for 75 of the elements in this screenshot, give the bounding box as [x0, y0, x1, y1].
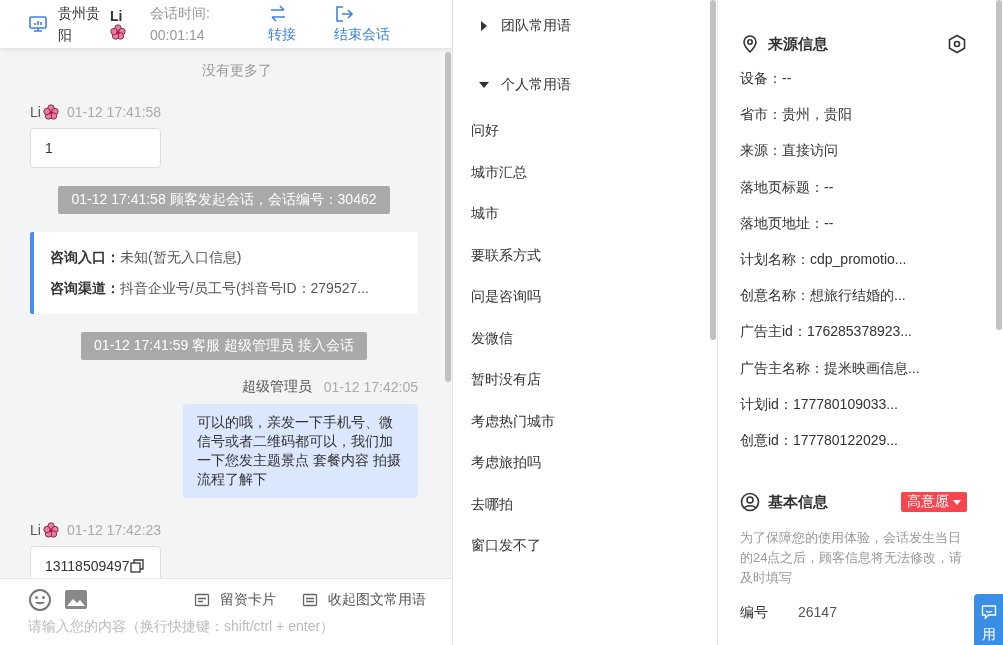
timer-value: 00:01:14 — [150, 26, 206, 45]
info-row-text: 计划名称：cdp_promotio... — [740, 249, 908, 269]
info-row-text: 广告主名称：提米映画信息... — [740, 358, 921, 378]
system-notice: 01-12 17:41:59 客服 超级管理员 接入会话 — [81, 332, 367, 360]
caret-down-icon — [953, 498, 961, 507]
phrase-item[interactable]: 城市汇总 — [471, 161, 709, 203]
section-title: 来源信息 — [768, 34, 828, 54]
card-icon — [194, 592, 210, 608]
message-bubble: 1 — [30, 128, 162, 168]
phrase-group[interactable]: 团队常用语 — [471, 8, 709, 44]
phrase-item[interactable]: 考虑热门城市 — [471, 410, 709, 452]
scrollbar[interactable] — [996, 0, 1002, 330]
sender-name: Li — [30, 522, 41, 538]
info-row-text: 广告主id：176285378923... — [740, 322, 913, 342]
phrase-item[interactable]: 城市 — [471, 203, 709, 245]
section-title: 基本信息 — [768, 492, 828, 512]
info-row-text: 省市：贵州，贵阳 — [740, 105, 853, 125]
phrase-item[interactable]: 去哪拍 — [471, 493, 709, 535]
entry-info-line: 咨询渠道：抖音企业号/员工号(抖音号ID：279527... — [50, 279, 370, 298]
info-row-text: 计划id：177780109033... — [740, 394, 899, 414]
message-time: 01-12 17:42:23 — [66, 522, 162, 538]
timer-label: 会话时间: — [150, 4, 211, 23]
flower-icon — [42, 522, 59, 538]
message-time: 01-12 17:41:58 — [66, 104, 162, 120]
caret-down-icon — [479, 80, 489, 90]
message-time: 01-12 17:42:05 — [323, 379, 418, 395]
history-end-text: 没有更多了 — [202, 62, 272, 80]
flower-icon — [42, 104, 59, 120]
transfer-button[interactable]: 转接 — [268, 4, 296, 44]
system-notice: 01-12 17:41:58 顾客发起会话，会话编号：30462 — [58, 186, 390, 214]
caret-right-icon — [479, 21, 489, 31]
message-icon — [302, 592, 318, 608]
info-row-text: 创意名称：想旅行结婚的... — [740, 286, 907, 306]
message-bubble: 13118509497 — [30, 546, 162, 578]
intent-tag[interactable]: 高意愿 — [901, 492, 967, 513]
sender-name: Li — [30, 104, 41, 120]
scrollbar[interactable] — [445, 52, 451, 382]
hint-text: 为了保障您的使用体验，会话发生当日的24点之后，顾客信息将无法修改，请及时填写 — [740, 529, 964, 588]
field-label: 编号 — [740, 603, 769, 623]
user-circle-icon — [740, 492, 760, 513]
location-text: 贵州贵阳 — [58, 4, 101, 45]
sender-name: 超级管理员 — [241, 378, 312, 396]
field-value: 26147 — [798, 603, 837, 623]
settings-button[interactable] — [947, 34, 967, 54]
emoji-button[interactable] — [28, 588, 52, 612]
phrase-item[interactable]: 问是咨询吗 — [471, 286, 709, 328]
phrase-item[interactable]: 暂时没有店 — [471, 369, 709, 411]
image-icon — [64, 588, 88, 612]
phrase-item[interactable]: 问好 — [471, 120, 709, 162]
phrase-item[interactable]: 窗口发不了 — [471, 535, 709, 577]
collapse-phrases-button[interactable]: 收起图文常用语 — [302, 591, 426, 609]
info-row-text: 来源：直接访问 — [740, 141, 839, 161]
location-pin-icon — [740, 34, 760, 54]
entry-info-line: 咨询入口：未知(暂无入口信息) — [50, 248, 243, 267]
phrase-item[interactable]: 要联系方式 — [471, 244, 709, 286]
chat-icon — [980, 604, 997, 620]
monitor-icon — [28, 14, 48, 34]
info-row-text: 落地页标题：-- — [740, 177, 835, 197]
transfer-icon — [268, 4, 288, 24]
message-bubble: 可以的哦，亲发一下手机号、微信号或者二维码都可以，我们加一下您发主题景点 套餐内容 拍摄流程了解下 — [183, 404, 418, 498]
phrase-item[interactable]: 考虑旅拍吗 — [471, 452, 709, 494]
phrase-item[interactable]: 发微信 — [471, 327, 709, 369]
phrase-group[interactable]: 个人常用语 — [471, 67, 709, 103]
scrollbar[interactable] — [710, 0, 716, 340]
smiley-icon — [28, 588, 52, 612]
info-row-text: 落地页地址：-- — [740, 213, 835, 233]
image-button[interactable] — [64, 588, 88, 612]
flower-icon — [110, 23, 126, 40]
end-button[interactable]: 结束会话 — [334, 4, 390, 44]
hexagon-nut-icon — [947, 34, 967, 54]
visitor-name: Li — [110, 8, 123, 24]
info-row-text: 设备：-- — [740, 69, 793, 88]
info-row-text: 创意id：177780122029... — [740, 430, 899, 450]
lead-card-button[interactable]: 留资卡片 — [194, 591, 276, 609]
exit-icon — [334, 4, 354, 24]
